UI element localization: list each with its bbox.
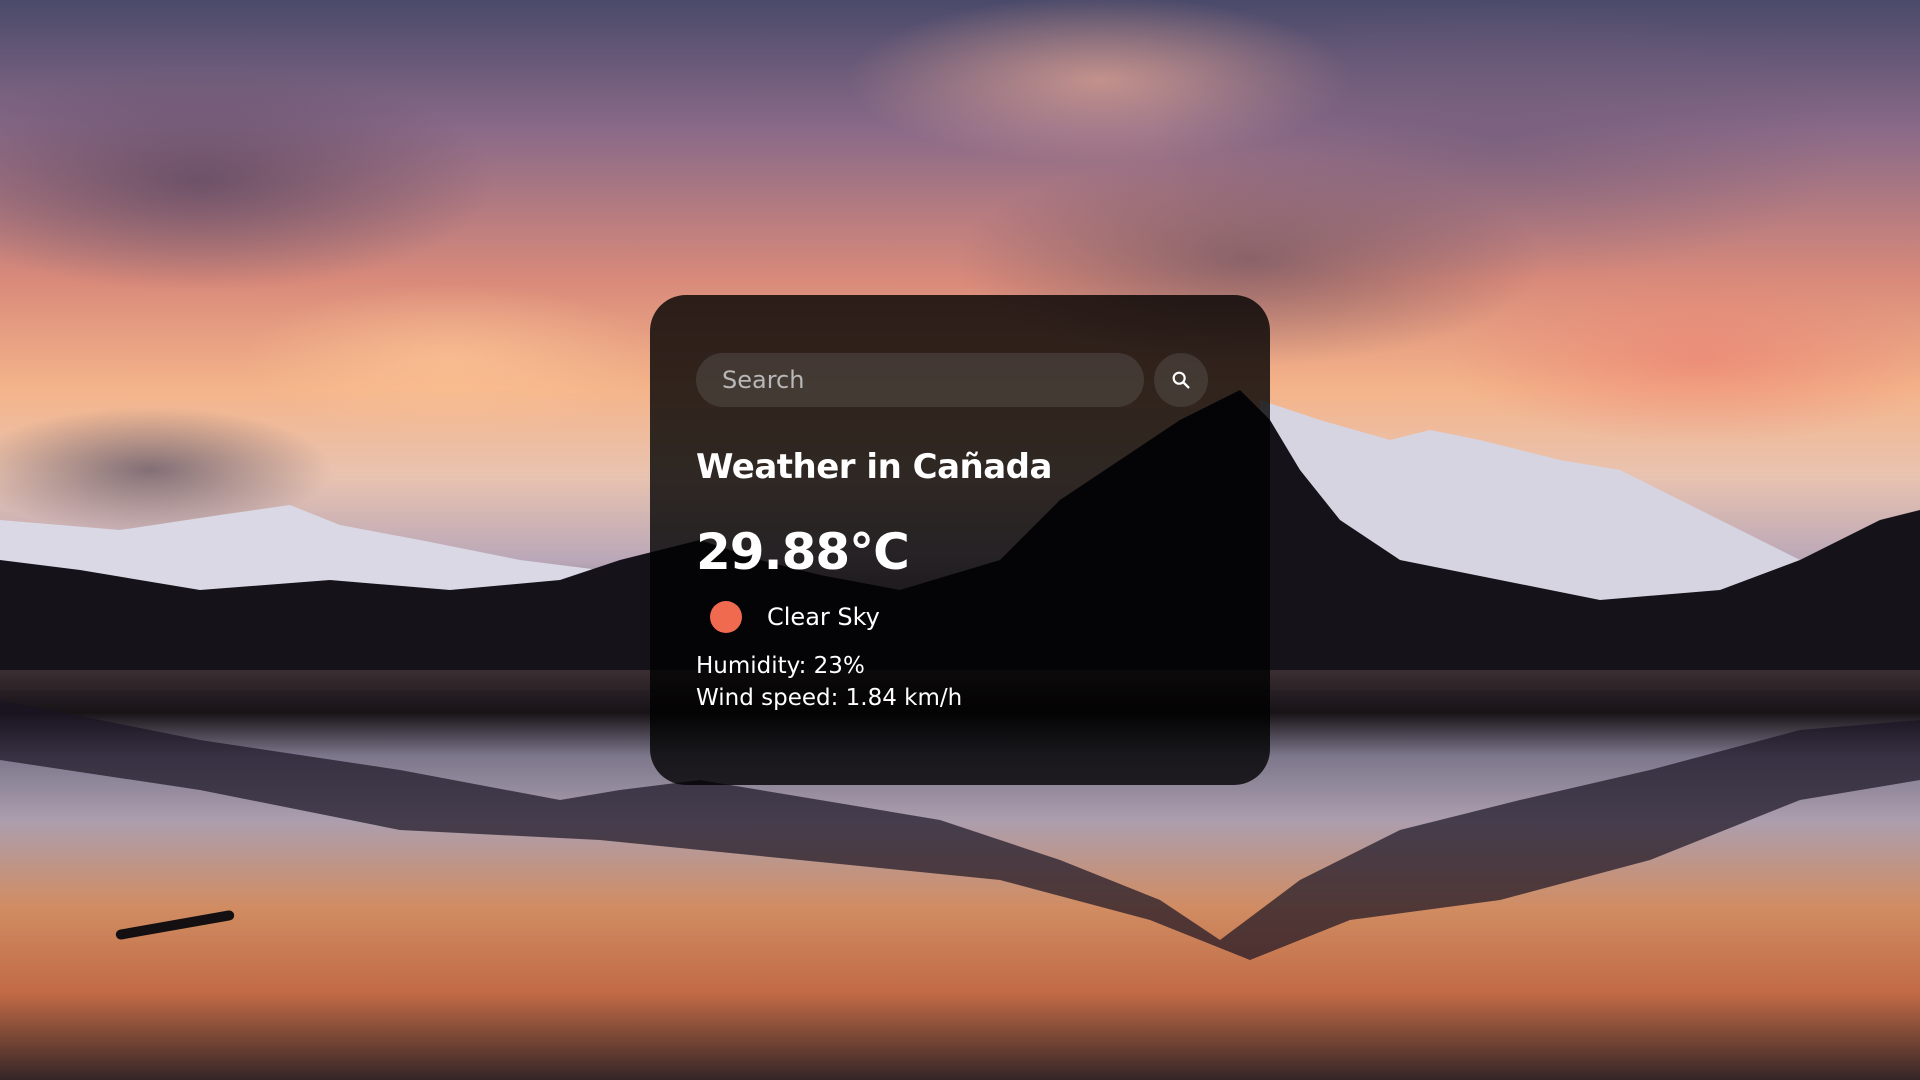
wind-speed: Wind speed: 1.84 km/h	[696, 685, 963, 711]
search-input[interactable]	[696, 353, 1144, 407]
weather-card: Weather in Cañada 29.88°C Clear Sky Humi…	[650, 295, 1270, 785]
weather-description: Clear Sky	[767, 603, 880, 631]
temperature: 29.88°C	[696, 523, 910, 581]
city-title: Weather in Cañada	[696, 447, 1052, 487]
weather-condition: Clear Sky	[710, 601, 1214, 633]
search-button[interactable]	[1154, 353, 1208, 407]
humidity: Humidity: 23%	[696, 653, 865, 679]
search-icon	[1172, 371, 1190, 389]
sun-icon	[710, 601, 742, 633]
search-bar	[696, 353, 1214, 407]
background-landscape: Weather in Cañada 29.88°C Clear Sky Humi…	[0, 0, 1920, 1080]
